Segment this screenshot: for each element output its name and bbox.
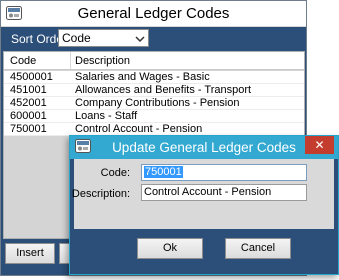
table-header: Code Description bbox=[4, 52, 304, 70]
cell-code: 451001 bbox=[10, 84, 47, 96]
close-button[interactable]: ✕ bbox=[305, 136, 334, 154]
cell-description: Loans - Staff bbox=[75, 110, 138, 122]
update-dialog: Update General Ledger Codes ✕ Code: 7500… bbox=[69, 135, 339, 275]
table-row[interactable]: 4500001 Salaries and Wages - Basic bbox=[4, 71, 304, 84]
cell-description: Allowances and Benefits - Transport bbox=[75, 84, 252, 96]
dialog-titlebar[interactable]: Update General Ledger Codes ✕ bbox=[70, 136, 338, 159]
code-field[interactable]: 750001 bbox=[141, 164, 307, 181]
column-header-description[interactable]: Description bbox=[75, 55, 130, 67]
cell-code: 4500001 bbox=[10, 71, 53, 83]
cell-description: Salaries and Wages - Basic bbox=[75, 71, 210, 83]
table-row[interactable]: 600001 Loans - Staff bbox=[4, 110, 304, 123]
cell-description: Company Contributions - Pension bbox=[75, 97, 240, 109]
column-divider bbox=[70, 52, 71, 70]
main-titlebar[interactable]: General Ledger Codes bbox=[1, 1, 306, 27]
code-value: 750001 bbox=[144, 166, 183, 178]
sort-order-value: Code bbox=[62, 31, 91, 45]
cell-code: 750001 bbox=[10, 123, 47, 135]
table-row[interactable]: 451001 Allowances and Benefits - Transpo… bbox=[4, 84, 304, 97]
chevron-down-icon bbox=[135, 33, 145, 43]
desktop: General Ledger Codes Sort Order Code Cod… bbox=[0, 0, 339, 280]
cell-description: Control Account - Pension bbox=[75, 123, 203, 135]
sort-bar: Sort Order Code bbox=[1, 27, 306, 50]
column-header-code[interactable]: Code bbox=[10, 55, 36, 67]
description-field[interactable]: Control Account - Pension bbox=[141, 184, 307, 201]
ok-button[interactable]: Ok bbox=[137, 238, 203, 259]
close-icon: ✕ bbox=[314, 138, 325, 152]
insert-button[interactable]: Insert bbox=[5, 243, 55, 264]
cell-code: 600001 bbox=[10, 110, 47, 122]
table-row[interactable]: 452001 Company Contributions - Pension bbox=[4, 97, 304, 110]
cell-code: 452001 bbox=[10, 97, 47, 109]
dialog-title: Update General Ledger Codes bbox=[112, 140, 296, 155]
cancel-button[interactable]: Cancel bbox=[225, 238, 291, 259]
code-label: Code: bbox=[100, 167, 130, 179]
sort-order-select[interactable]: Code bbox=[58, 29, 149, 47]
window-title: General Ledger Codes bbox=[77, 5, 230, 22]
description-label: Description: bbox=[71, 188, 130, 200]
